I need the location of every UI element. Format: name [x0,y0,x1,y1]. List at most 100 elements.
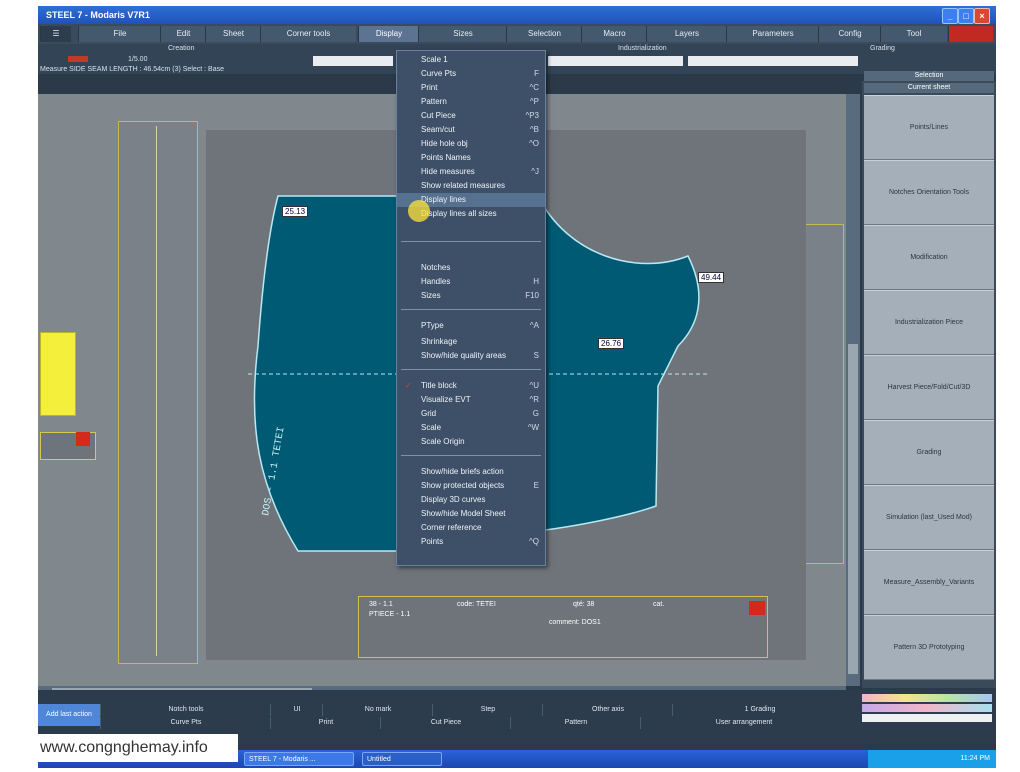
industrialization-label: Industrialization [618,45,667,52]
title-bar: STEEL 7 - Modaris V7R1 _ □ × [38,6,996,24]
add-last-action-button[interactable]: Add last action [38,704,100,726]
vertical-scrollbar[interactable] [846,94,860,686]
other-axis-button[interactable]: Other axis [542,704,673,716]
watermark-text: www.congnghemay.info [38,734,238,762]
red-marker [76,432,90,446]
menu-item-points[interactable]: Points ^Q [397,535,545,549]
menu-sheet[interactable]: Sheet [205,26,261,42]
title-block-red-box [749,601,765,615]
pattern-button[interactable]: Pattern [510,717,641,729]
title-block-line2: PTIECE - 1.1 [369,611,411,618]
menu-bar: ☰ File Edit Sheet Corner tools Display S… [38,24,996,44]
menu-item-title-block[interactable]: ✓ Title block ^U [397,379,545,393]
size-color-strip-2 [862,704,992,712]
menu-corner-tools[interactable]: Corner tools [260,26,356,42]
panel-button-3d-prototyping[interactable]: Pattern 3D Prototyping [864,615,994,680]
menu-item-show-related-measures[interactable]: Show related measures [397,179,545,193]
size-color-strip-3 [862,714,992,722]
panel-button-measure[interactable]: Measure_Assembly_Variants [864,550,994,615]
size-color-strip-1 [862,694,992,702]
panel-button-modification[interactable]: Modification [864,225,994,290]
close-icon[interactable]: × [974,8,990,24]
menu-item-corner-reference[interactable]: Corner reference [397,521,545,535]
menu-file[interactable]: File [78,26,161,42]
menu-item-3d-curves[interactable]: Display 3D curves [397,493,545,507]
toolbar-input-1[interactable] [313,56,393,66]
menu-item-scale[interactable]: Scale ^W [397,421,545,435]
menu-item-model-sheet[interactable]: Show/hide Model Sheet [397,507,545,521]
title-block: 38 - 1.1 PTIECE - 1.1 code: TETEI qté: 3… [358,596,768,658]
panel-button-harvest[interactable]: Harvest Piece/Fold/Cut/3D [864,355,994,420]
panel-button-simulation[interactable]: Simulation (last_Used Mod) [864,485,994,550]
menu-item-briefs-action[interactable]: Show/hide briefs action [397,465,545,479]
menu-item-points-names[interactable]: Points Names [397,151,545,165]
menu-item-scale-origin[interactable]: Scale Origin [397,435,545,449]
selection-header[interactable]: Selection [864,71,994,81]
taskbar-item-untitled[interactable]: Untitled [362,752,442,766]
right-panel: Selection Current sheet Points/Lines Not… [862,71,996,688]
menu-item-protected-objects[interactable]: Show protected objects E [397,479,545,493]
notch-tools-button[interactable]: Notch tools [100,704,271,716]
menu-item-sizes[interactable]: Sizes F10 [397,289,545,303]
menu-item-hide-hole-obj[interactable]: Hide hole obj ^O [397,137,545,151]
menu-tool[interactable]: Tool [880,26,947,42]
menu-separator-2 [401,309,541,310]
measure-label-3: 26.76 [598,338,625,349]
menu-item-seam-cut[interactable]: Seam/cut ^B [397,123,545,137]
current-sheet-header[interactable]: Current sheet [864,83,994,93]
size-column-left [118,121,198,664]
curve-pts-button[interactable]: Curve Pts [100,717,271,729]
taskbar-item-modaris[interactable]: STEEL 7 - Modaris ... [244,752,354,766]
print-button[interactable]: Print [270,717,381,729]
toolbar-input-3[interactable] [688,56,858,66]
menu-selection[interactable]: Selection [506,26,582,42]
title-block-code: code: TETEI [457,601,496,608]
menu-item-quality-areas[interactable]: Show/hide quality areas S [397,349,545,363]
menu-parameters[interactable]: Parameters [726,26,819,42]
cut-piece-button[interactable]: Cut Piece [380,717,511,729]
menu-separator-4 [401,455,541,456]
grading-mode-button[interactable]: 1 Grading [672,704,847,716]
menu-item-notches[interactable]: Notches [397,261,545,275]
minimize-icon[interactable]: _ [942,8,958,24]
menu-item-ptype[interactable]: PType ^A [397,319,545,333]
menu-item-visualize-evt[interactable]: Visualize EVT ^R [397,393,545,407]
red-indicator [68,56,88,62]
menu-item-scale-1[interactable]: Scale 1 [397,53,545,67]
yellow-piece[interactable] [40,332,76,416]
step-button[interactable]: Step [432,704,543,716]
panel-button-points-lines[interactable]: Points/Lines [864,95,994,160]
menu-separator-3 [401,369,541,370]
app-menu-button[interactable]: ☰ [40,26,71,42]
menu-item-print[interactable]: Print ^C [397,81,545,95]
panel-button-industrialization[interactable]: Industrialization Piece [864,290,994,355]
menu-item-curve-pts[interactable]: Curve Pts F [397,67,545,81]
menu-item-shrinkage[interactable]: Shrinkage [397,335,545,349]
panel-button-notches[interactable]: Notches Orientation Tools [864,160,994,225]
title-block-cat: cat. [653,601,665,608]
menu-item-grid[interactable]: Grid G [397,407,545,421]
menu-sizes[interactable]: Sizes [418,26,507,42]
measure-label-1: 25.13 [282,206,309,217]
title-block-qty: qté: 38 [573,601,595,608]
panel-button-grading[interactable]: Grading [864,420,994,485]
menu-display[interactable]: Display [358,26,419,42]
menu-edit[interactable]: Edit [160,26,206,42]
menu-item-handles[interactable]: Handles H [397,275,545,289]
display-dropdown-menu: Scale 1 Curve Pts F Print ^C Pattern ^P Cut… [396,50,546,566]
menu-layers[interactable]: Layers [646,26,727,42]
menu-item-cut-piece[interactable]: Cut Piece ^P3 [397,109,545,123]
menu-config[interactable]: Config [818,26,881,42]
vertical-scroll-thumb[interactable] [848,344,858,674]
menu-macro[interactable]: Macro [581,26,647,42]
no-mark-button[interactable]: No mark [322,704,433,716]
scale-readout: 1/5.00 [128,56,148,63]
title-block-line1: 38 - 1.1 [369,601,393,608]
menu-item-pattern[interactable]: Pattern ^P [397,95,545,109]
ui-button[interactable]: UI [270,704,323,716]
toolbar-input-2[interactable] [548,56,683,66]
maximize-icon[interactable]: □ [958,8,974,24]
menu-item-hide-measures[interactable]: Hide measures ^J [397,165,545,179]
user-arrangement-button[interactable]: User arrangement [640,717,847,729]
menu-close-button[interactable] [948,26,993,42]
